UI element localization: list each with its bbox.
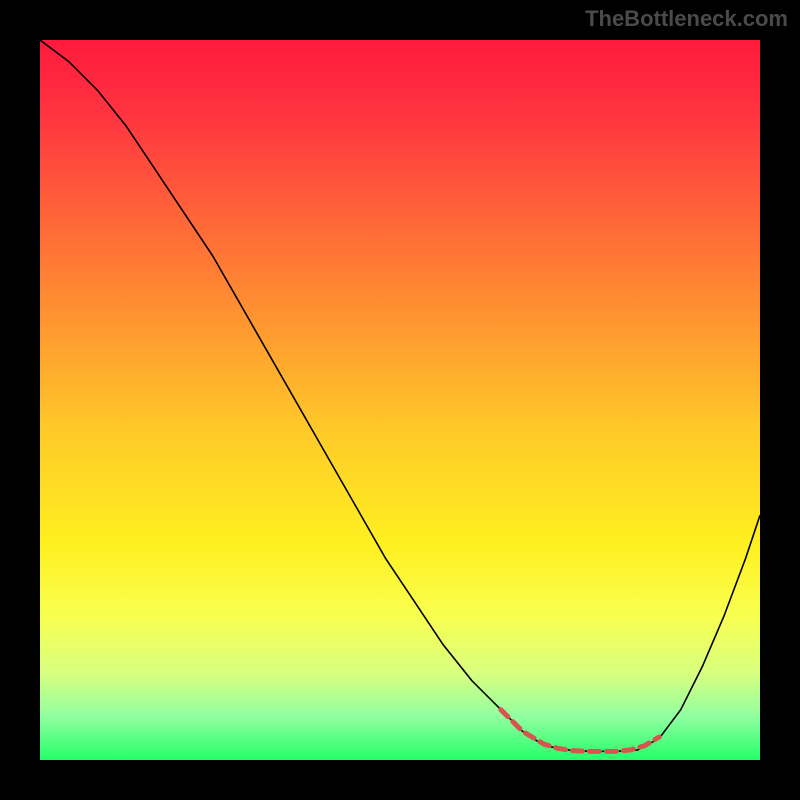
chart-svg [40, 40, 760, 760]
chart-background [40, 40, 760, 760]
chart-plot-area [40, 40, 760, 760]
watermark-text: TheBottleneck.com [585, 6, 788, 32]
